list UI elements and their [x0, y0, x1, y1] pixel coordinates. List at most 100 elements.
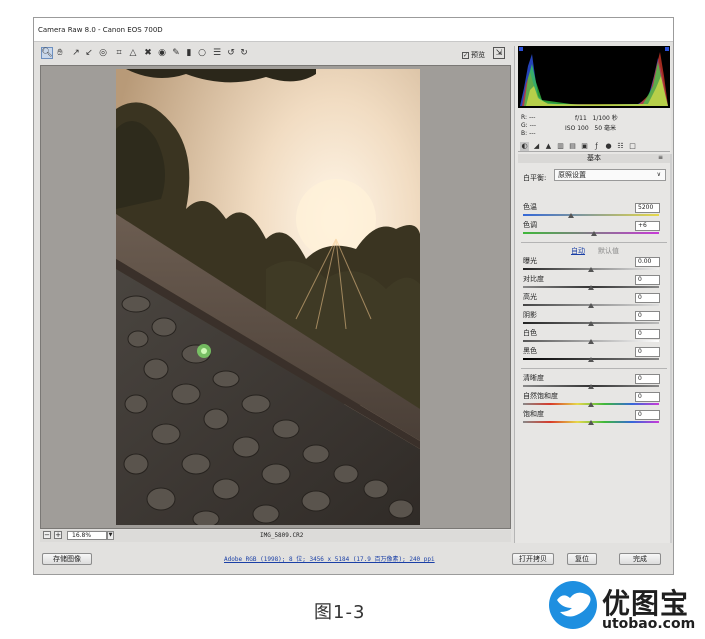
toolbar: 🔍︎ ✋︎ ↗ ↙ ◎ ⌗ △ ✖ ◉ ✎ ▮ ○ ☰ ↺ ↻ — [34, 45, 512, 63]
hand-icon[interactable]: ✋︎ — [54, 47, 66, 59]
panel-scrollbar[interactable] — [670, 154, 672, 543]
target-adjust-icon[interactable]: ◎ — [97, 47, 109, 59]
tint-field[interactable]: +6 — [635, 221, 660, 231]
rotate-ccw-icon[interactable]: ↺ — [225, 47, 237, 59]
window-title: Camera Raw 8.0 - Canon EOS 700D — [38, 26, 163, 34]
done-button[interactable]: 完成 — [619, 553, 661, 565]
white-balance-select[interactable]: 原照设置 ∨ — [554, 169, 666, 181]
temperature-track[interactable] — [523, 214, 659, 216]
presets-tab-icon[interactable]: ☷ — [616, 142, 625, 151]
r-value: --- — [528, 114, 536, 121]
chevron-down-icon: ∨ — [656, 171, 661, 178]
blacks-thumb[interactable] — [588, 357, 594, 362]
zoom-out-button[interactable]: − — [43, 531, 51, 539]
whites-field[interactable]: 0 — [635, 329, 660, 339]
exposure-label: 曝光 — [523, 257, 537, 265]
default-link[interactable]: 默认值 — [598, 246, 619, 256]
effects-tab-icon[interactable]: ƒ — [592, 142, 601, 151]
b-label: B: — [521, 130, 528, 137]
photo-preview[interactable] — [116, 69, 420, 525]
contrast-field[interactable]: 0 — [635, 275, 660, 285]
zoom-dropdown-icon[interactable]: ▼ — [107, 531, 114, 540]
file-name: IMG_5809.CR2 — [260, 532, 304, 539]
highlights-slider-row: 高光 0 — [523, 293, 668, 310]
focal-value: 50 毫米 — [594, 125, 616, 132]
tint-label: 色调 — [523, 221, 537, 229]
exposure-thumb[interactable] — [588, 267, 594, 272]
clarity-field[interactable]: 0 — [635, 374, 660, 384]
temperature-label: 色温 — [523, 203, 537, 211]
zoom-level-field[interactable]: 16.8% — [67, 531, 107, 540]
saturation-thumb[interactable] — [588, 420, 594, 425]
split-toning-tab-icon[interactable]: ▤ — [568, 142, 577, 151]
whites-label: 白色 — [523, 329, 537, 337]
auto-link[interactable]: 自动 — [571, 246, 585, 256]
basic-tab-icon[interactable]: ◐ — [520, 142, 529, 151]
open-copy-button[interactable]: 打开拷贝 — [512, 553, 554, 565]
bird-logo-icon — [549, 581, 597, 629]
tone-curve-tab-icon[interactable]: ◢ — [532, 142, 541, 151]
camera-calibration-tab-icon[interactable]: ● — [604, 142, 613, 151]
shadows-field[interactable]: 0 — [635, 311, 660, 321]
radial-filter-icon[interactable]: ○ — [196, 47, 208, 59]
saturation-label: 饱和度 — [523, 410, 544, 418]
highlights-thumb[interactable] — [588, 303, 594, 308]
exif-info: f/11 1/100 秒 ISO 100 50 毫米 — [565, 114, 618, 134]
preferences-icon[interactable]: ☰ — [211, 47, 223, 59]
vibrance-label: 自然饱和度 — [523, 392, 558, 400]
clarity-thumb[interactable] — [588, 384, 594, 389]
whites-thumb[interactable] — [588, 339, 594, 344]
vibrance-thumb[interactable] — [588, 402, 594, 407]
contrast-label: 对比度 — [523, 275, 544, 283]
crop-icon[interactable]: ⌗ — [113, 47, 125, 59]
snapshots-tab-icon[interactable]: □ — [628, 142, 637, 151]
fullscreen-icon[interactable]: ⇲ — [493, 47, 505, 59]
g-label: G: — [521, 122, 528, 129]
rotate-cw-icon[interactable]: ↻ — [238, 47, 250, 59]
watermark-en: utobao.com — [602, 616, 696, 632]
white-balance-icon[interactable]: ↗ — [70, 47, 82, 59]
spot-removal-icon[interactable]: ✖ — [142, 47, 154, 59]
exposure-field[interactable]: 0.00 — [635, 257, 660, 267]
title-bar: Camera Raw 8.0 - Canon EOS 700D — [34, 18, 673, 42]
rgb-readout: R: --- G: --- B: --- — [521, 114, 536, 138]
color-sampler-icon[interactable]: ↙ — [83, 47, 95, 59]
iso-value: ISO 100 — [565, 125, 589, 132]
zoom-in-button[interactable]: + — [54, 531, 62, 539]
contrast-thumb[interactable] — [588, 285, 594, 290]
preview-label: 预览 — [471, 51, 485, 59]
temperature-field[interactable]: 5200 — [635, 203, 660, 213]
photo-image — [116, 69, 420, 525]
preview-checkbox[interactable]: ✓ 预览 — [462, 50, 485, 60]
vibrance-field[interactable]: 0 — [635, 392, 660, 402]
panel-menu-icon[interactable]: ≡ — [658, 154, 663, 161]
r-label: R: — [521, 114, 528, 121]
detail-tab-icon[interactable]: ▲ — [544, 142, 553, 151]
panel-title: 基本 — [518, 154, 670, 163]
saturation-field[interactable]: 0 — [635, 410, 660, 420]
tint-thumb[interactable] — [590, 231, 597, 236]
save-image-button[interactable]: 存储图像 — [42, 553, 92, 565]
hsl-tab-icon[interactable]: ▥ — [556, 142, 565, 151]
preview-check-box[interactable]: ✓ — [462, 51, 469, 59]
white-balance-value: 原照设置 — [558, 171, 586, 179]
red-eye-icon[interactable]: ◉ — [156, 47, 168, 59]
graduated-filter-icon[interactable]: ▮ — [183, 47, 195, 59]
lens-corrections-tab-icon[interactable]: ▣ — [580, 142, 589, 151]
shadows-label: 阴影 — [523, 311, 537, 319]
workflow-options-link[interactable]: Adobe RGB (1998); 8 位; 3456 x 5184 (17.9… — [224, 554, 435, 563]
utobao-logo: 优图宝 utobao.com — [548, 578, 700, 638]
adjustment-brush-icon[interactable]: ✎ — [170, 47, 182, 59]
temperature-slider-row: 色温 5200 — [523, 203, 668, 220]
contrast-slider-row: 对比度 0 — [523, 275, 668, 292]
blacks-field[interactable]: 0 — [635, 347, 660, 357]
divider — [521, 368, 667, 369]
shadows-thumb[interactable] — [588, 321, 594, 326]
highlights-field[interactable]: 0 — [635, 293, 660, 303]
temperature-thumb[interactable] — [567, 213, 574, 218]
b-value: --- — [529, 130, 536, 137]
zoom-icon[interactable]: 🔍︎ — [41, 47, 53, 59]
reset-button[interactable]: 复位 — [567, 553, 597, 565]
straighten-icon[interactable]: △ — [127, 47, 139, 59]
histogram — [518, 46, 670, 108]
